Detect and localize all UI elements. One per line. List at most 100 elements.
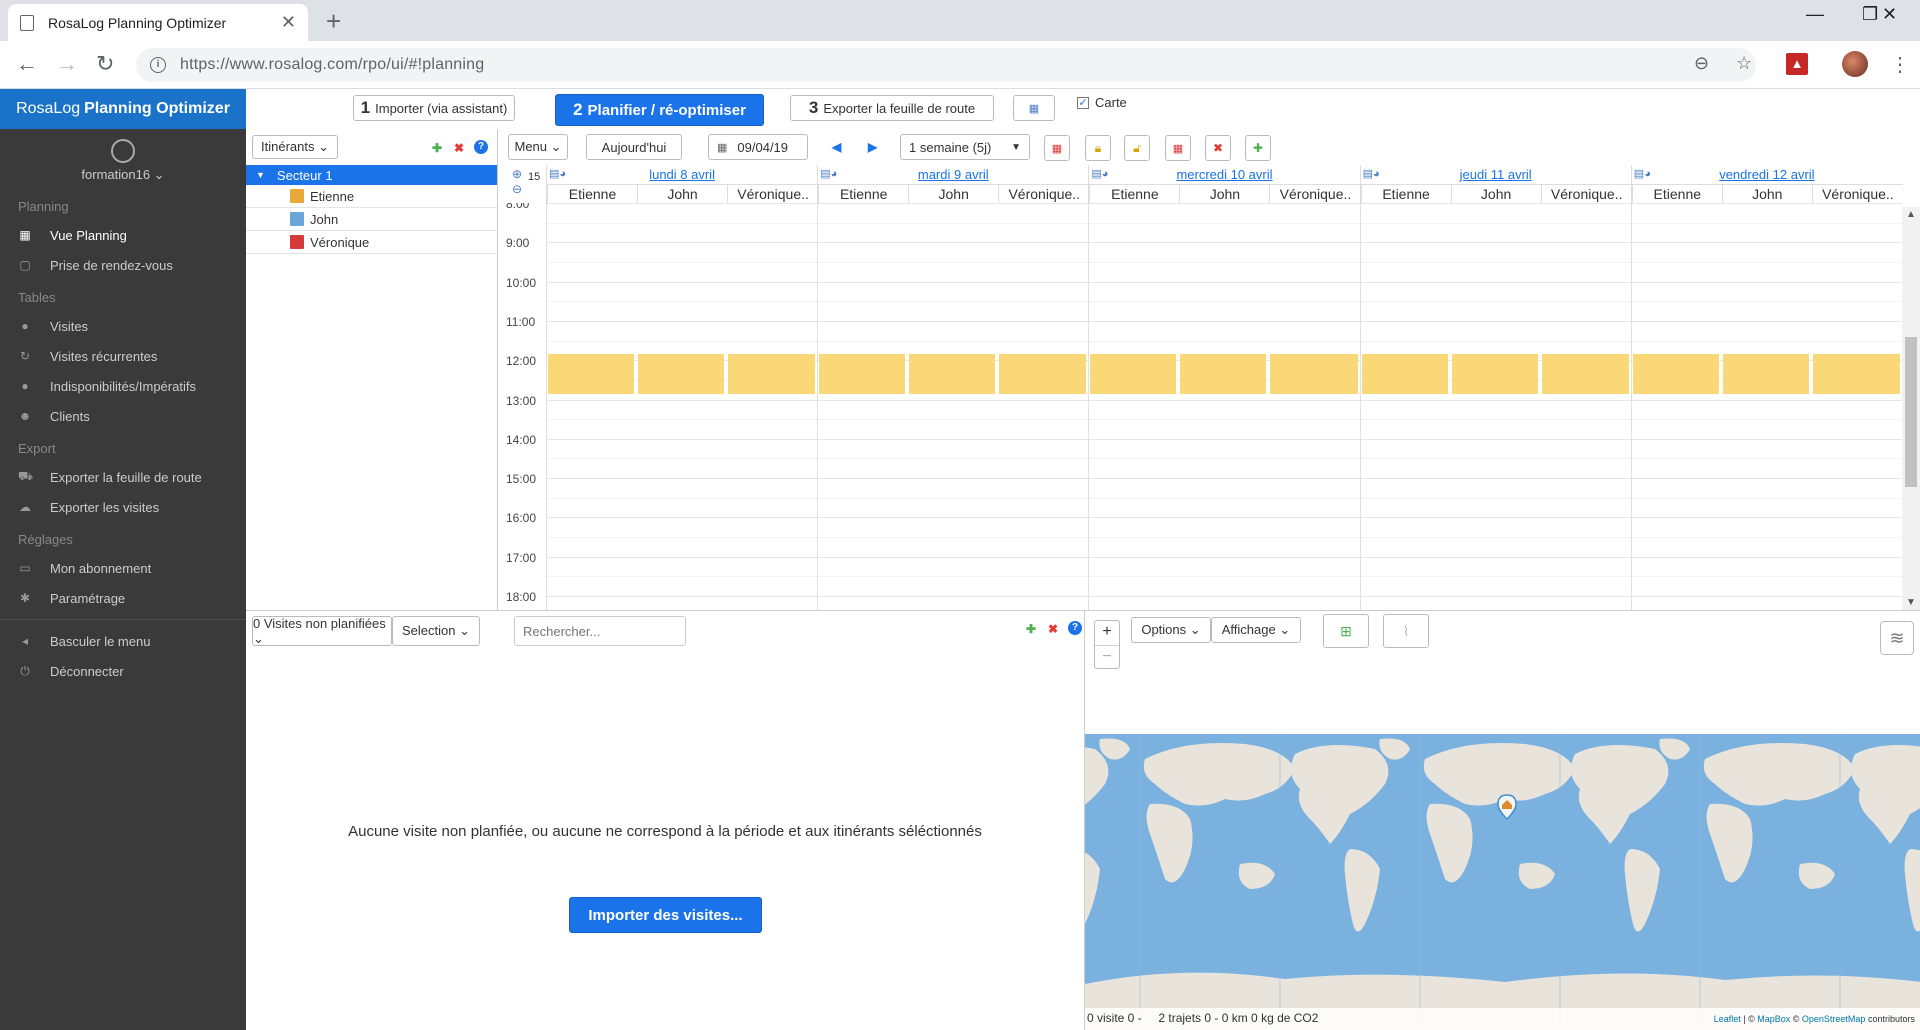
date-value[interactable]: 09/04/19 [737, 140, 788, 155]
calendar-red-button[interactable]: ▦ [1044, 135, 1070, 161]
unavailable-block[interactable] [638, 354, 724, 395]
itinerants-dropdown[interactable]: Itinérants ⌄ [252, 135, 338, 159]
unavailable-block[interactable] [1090, 354, 1177, 395]
sector-row[interactable]: ▼ Secteur 1 [246, 165, 497, 185]
sidebar-item-exporter-la-feuille-de-route[interactable]: ⛟ Exporter la feuille de route [0, 462, 246, 492]
map-options-dropdown[interactable]: Options ⌄ [1131, 617, 1211, 643]
osm-link[interactable]: OpenStreetMap [1802, 1014, 1866, 1024]
day-title-link[interactable]: mercredi 10 avril [1089, 167, 1359, 182]
unavailable-block[interactable] [819, 354, 906, 395]
day-title-link[interactable]: lundi 8 avril [547, 167, 817, 182]
day-title-link[interactable]: jeudi 11 avril [1361, 167, 1631, 182]
close-window-icon[interactable]: ✕ [1882, 4, 1897, 25]
reload-icon[interactable]: ↻ [96, 51, 114, 77]
sidebar-item-basculer-le-menu[interactable]: ◂ Basculer le menu [0, 626, 246, 656]
unavailable-block[interactable] [1451, 354, 1538, 395]
pdf-extension-icon[interactable]: ▲ [1786, 53, 1808, 75]
unavailable-block[interactable] [1541, 354, 1629, 395]
resource-row[interactable]: John [246, 208, 497, 231]
url-box[interactable]: i https://www.rosalog.com/rpo/ui/#!plann… [136, 48, 1756, 82]
date-picker[interactable]: ▦ 09/04/19 [708, 134, 808, 160]
sidebar-item-prise-de-rendez-vous[interactable]: ▢ Prise de rendez-vous [0, 250, 246, 280]
calendar-body[interactable]: 8:00 9:00 10:00 11:00 12:00 13:00 14:00 15:00 16… [498, 203, 1902, 610]
import-assistant-button[interactable]: 1 Importer (via assistant) [353, 95, 515, 121]
minimize-icon[interactable]: — [1806, 4, 1824, 25]
help-icon[interactable]: ? [474, 140, 488, 154]
bookmark-star-icon[interactable]: ☆ [1736, 53, 1752, 74]
sidebar-item-mon-abonnement[interactable]: ▭ Mon abonnement [0, 553, 246, 583]
day-title-link[interactable]: mardi 9 avril [818, 167, 1088, 182]
collapse-icon[interactable]: ▼ [256, 170, 265, 180]
add-icon[interactable]: ✚ [432, 141, 442, 155]
leaflet-link[interactable]: Leaflet [1714, 1014, 1741, 1024]
map-layers-icon[interactable]: ≋ [1880, 621, 1914, 655]
app-brand[interactable]: RosaLog Planning Optimizer [0, 89, 246, 129]
map-zoom-in-button[interactable]: + [1095, 621, 1119, 645]
scroll-down-icon[interactable]: ▼ [1906, 597, 1916, 608]
zoom-icon[interactable]: ⊖ [1694, 53, 1709, 74]
sidebar-item-visites[interactable]: ● Visites [0, 311, 246, 341]
sidebar-item-param-trage[interactable]: ✱ Paramétrage [0, 583, 246, 613]
delete-icon[interactable]: ✖ [1048, 622, 1058, 636]
export-route-button[interactable]: 3 Exporter la feuille de route [790, 95, 994, 121]
add-button[interactable]: ✚ [1245, 135, 1271, 161]
unavailable-block[interactable] [1632, 354, 1719, 395]
selection-dropdown[interactable]: Selection ⌄ [392, 616, 480, 646]
tab-close-icon[interactable]: ✕ [281, 12, 296, 33]
map-display-dropdown[interactable]: Affichage ⌄ [1211, 617, 1301, 643]
calendar-menu-button[interactable]: Menu ⌄ [508, 134, 568, 160]
resource-row[interactable]: Etienne [246, 185, 497, 208]
user-name[interactable]: formation16 ⌄ [0, 167, 246, 183]
range-select[interactable]: 1 semaine (5j) ▼ [900, 134, 1030, 160]
sidebar-item-exporter-les-visites[interactable]: ☁ Exporter les visites [0, 492, 246, 522]
sidebar-item-indisponibilit-s-imp-ratifs[interactable]: ● Indisponibilités/Impératifs [0, 371, 246, 401]
zoom-out-icon[interactable]: ⊖ [512, 182, 522, 196]
zoom-in-icon[interactable]: ⊕ [512, 167, 522, 181]
map-zoom-out-button[interactable]: − [1095, 645, 1119, 669]
unavailable-block[interactable] [728, 354, 816, 395]
sidebar-item-visites-r-currentes[interactable]: ↻ Visites récurrentes [0, 341, 246, 371]
world-map[interactable] [1085, 734, 1920, 1024]
calendar-delete-button[interactable]: ▦ [1165, 135, 1191, 161]
url-text[interactable]: https://www.rosalog.com/rpo/ui/#!plannin… [180, 56, 484, 74]
map-fit-button[interactable]: ⊞ [1323, 614, 1369, 648]
carte-checkbox[interactable]: ✓ Carte [1077, 95, 1127, 110]
browser-menu-icon[interactable]: ⋮ [1890, 52, 1910, 77]
unavailable-block[interactable] [1722, 354, 1809, 395]
scroll-thumb[interactable] [1905, 337, 1917, 487]
clear-button[interactable]: ✖ [1205, 135, 1231, 161]
checkbox-icon[interactable]: ✓ [1077, 96, 1089, 109]
resource-row[interactable]: Véronique [246, 231, 497, 254]
scroll-up-icon[interactable]: ▲ [1906, 209, 1916, 220]
plan-optimize-button[interactable]: 2 Planifier / ré-optimiser [555, 94, 764, 126]
unplanned-dropdown[interactable]: 0 Visites non planifiées ⌄ [252, 616, 392, 646]
forward-icon[interactable]: → [56, 51, 78, 77]
calculator-button[interactable]: ▦ [1013, 95, 1055, 121]
sidebar-item-vue-planning[interactable]: ▦ Vue Planning [0, 220, 246, 250]
search-input[interactable] [514, 616, 686, 646]
unavailable-block[interactable] [1361, 354, 1448, 395]
delete-icon[interactable]: ✖ [454, 141, 464, 155]
home-marker-icon[interactable] [1497, 794, 1517, 820]
unavailable-block[interactable] [1812, 354, 1900, 395]
user-block[interactable]: formation16 ⌄ [0, 129, 246, 189]
browser-tab[interactable]: RosaLog Planning Optimizer ✕ [8, 4, 308, 41]
lock-button[interactable]: 🔒︎ [1085, 135, 1111, 161]
unavailable-block[interactable] [909, 354, 996, 395]
sidebar-item-clients[interactable]: ☻ Clients [0, 401, 246, 431]
calendar-scrollbar[interactable]: ▲ ▼ [1902, 207, 1920, 610]
mapbox-link[interactable]: MapBox [1757, 1014, 1790, 1024]
unavailable-block[interactable] [1180, 354, 1267, 395]
unavailable-block[interactable] [548, 354, 634, 395]
unlock-button[interactable]: 🔓︎ [1124, 135, 1150, 161]
unavailable-block[interactable] [999, 354, 1087, 395]
restore-icon[interactable]: ❐ [1862, 4, 1878, 25]
sidebar-item-d-connecter[interactable]: ⏻ Déconnecter [0, 656, 246, 686]
prev-icon[interactable]: ◀ [832, 140, 841, 154]
today-button[interactable]: Aujourd'hui [586, 134, 682, 160]
back-icon[interactable]: ← [16, 51, 38, 77]
info-icon[interactable]: i [150, 57, 166, 73]
next-icon[interactable]: ▶ [868, 140, 877, 154]
profile-avatar[interactable] [1842, 51, 1868, 77]
new-tab-icon[interactable]: + [326, 6, 341, 37]
